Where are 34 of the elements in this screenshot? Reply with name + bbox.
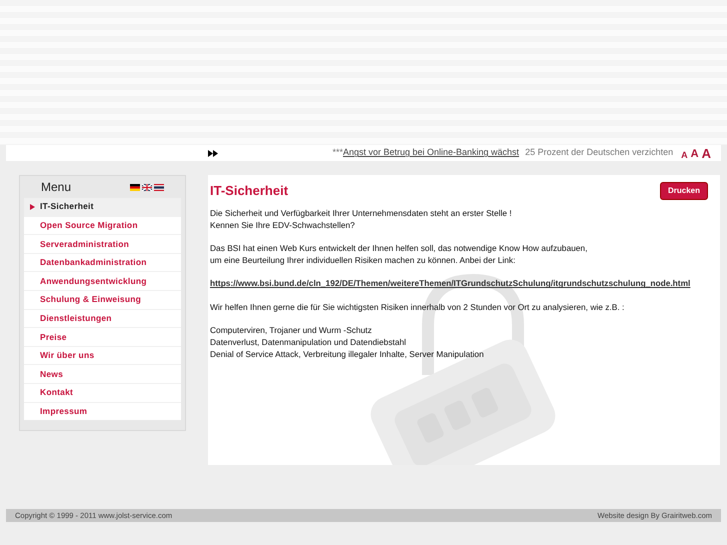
german-flag-icon[interactable] (130, 184, 140, 190)
font-size-link[interactable]: A (702, 146, 711, 160)
menu-item[interactable]: Serveradministration (24, 235, 181, 253)
body-text: Computerviren, Trojaner und Wurm -Schutz (210, 324, 373, 336)
arrow-icon (30, 204, 35, 210)
british-flag-icon[interactable] (142, 184, 152, 190)
body-text: Denial of Service Attack, Verbreitung illegaler Inhalte, Server Manipulation (210, 348, 485, 360)
font-size-link[interactable]: A (681, 150, 688, 160)
ticker-prefix: *** (332, 146, 343, 160)
menu-item[interactable]: Open Source Migration (24, 216, 181, 234)
body-text: Das BSI hat einen Web Kurs entwickelt der Ihnen helfen soll, das notwendige Know How aufzubauen, (210, 242, 588, 254)
bsi-link[interactable]: https://www.bsi.bund.de/cln_192/DE/Themen/weitereThemen/ITGrundschutzSchulung/itgrundschutzschulung_node.html (210, 277, 718, 290)
menu-item[interactable]: News (24, 365, 181, 383)
menu-item[interactable]: Anwendungsentwicklung (24, 272, 181, 290)
body-text: Kennen Sie Ihre EDV-Schwachstellen? (210, 218, 356, 231)
body-text: Datenverlust, Datenmanipulation und Datendiebstahl (210, 336, 408, 348)
body-text: Die Sicherheit und Verfügbarkeit Ihrer Unternehmensdaten steht an erster Stelle ! (210, 206, 513, 219)
font-size-link[interactable]: A (690, 148, 699, 160)
menu-item[interactable]: Preise (24, 328, 181, 346)
menu-item[interactable]: Datenbankadministration (24, 254, 181, 272)
body-text: Wir helfen Ihnen gerne die für Sie wichtigsten Risiken innerhalb von 2 Stunden vor Ort zu analysieren, wie z.B. : (210, 300, 626, 313)
menu-item[interactable]: Schulung & Einweisung (24, 290, 181, 309)
body-text: um eine Beurteilung Ihrer individuellen Risiken machen zu können. Anbei der Link: (210, 254, 516, 266)
thai-flag-icon[interactable] (154, 184, 164, 190)
menu-title: Menu (41, 179, 72, 196)
menu-item[interactable]: Impressum (24, 402, 181, 420)
menu-item[interactable]: Kontakt (24, 384, 181, 402)
menu-item[interactable]: Dienstleistungen (24, 310, 181, 328)
news-link[interactable]: Angst vor Betrug bei Online-Banking wächst (342, 146, 520, 160)
ticker-text: 25 Prozent der Deutschen verzichten (525, 146, 674, 160)
page-title: IT-Sicherheit (210, 182, 288, 200)
menu-item[interactable]: Wir über uns (24, 346, 181, 364)
print-button[interactable]: Drucken (660, 182, 708, 200)
fast-forward-icon[interactable] (208, 150, 218, 156)
